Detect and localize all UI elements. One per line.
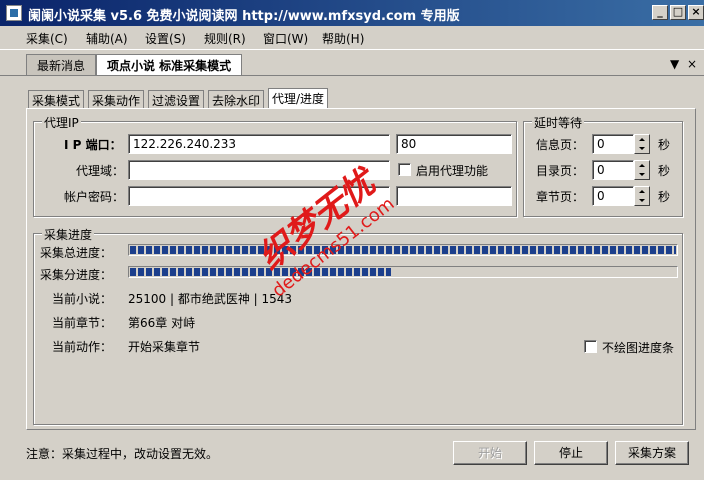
total-progress-label: 采集总进度： [40, 246, 113, 260]
tab-close-icon[interactable]: × [687, 57, 697, 71]
total-progress-bar [128, 244, 678, 256]
chapter-page-spin-button[interactable] [634, 186, 650, 206]
menu-bar: 采集(C) 辅助(A) 设置(S) 规则(R) 窗口(W) 帮助(H) [0, 26, 704, 50]
menu-collect[interactable]: 采集(C) [26, 30, 68, 47]
no-draw-progress-checkbox[interactable] [584, 340, 597, 353]
tab-filter-settings[interactable]: 过滤设置 [148, 90, 205, 108]
status-text: 注意：采集过程中，改动设置无效。 [26, 447, 219, 461]
menu-help[interactable]: 帮助(H) [322, 30, 364, 47]
collect-scheme-button[interactable]: 采集方案 [615, 441, 689, 465]
minimize-button[interactable]: _ [652, 5, 668, 20]
tab-collect-action[interactable]: 采集动作 [88, 90, 145, 108]
progress-group-title: 采集进度 [42, 226, 95, 243]
proxy-group-title: 代理IP [42, 114, 81, 131]
proxy-domain-input[interactable] [128, 160, 390, 180]
port-input[interactable]: 80 [396, 134, 512, 154]
tab-collect-mode[interactable]: 采集模式 [28, 90, 85, 108]
proxy-group: 代理IP I P 端口： 122.226.240.233 80 代理域： 启用代… [33, 114, 517, 217]
info-page-delay-input[interactable]: 0 [592, 134, 634, 154]
current-action-label: 当前动作： [52, 340, 113, 354]
info-page-label: 信息页： [536, 138, 585, 152]
current-action-value: 开始采集章节 [128, 340, 201, 354]
current-chapter-label: 当前章节： [52, 316, 113, 330]
account-input[interactable] [128, 186, 390, 206]
app-icon [6, 5, 22, 21]
close-button[interactable]: × [688, 5, 704, 20]
info-page-spin-button[interactable] [634, 134, 650, 154]
tab-remove-watermark[interactable]: 去除水印 [208, 90, 265, 108]
toc-page-spin-button[interactable] [634, 160, 650, 180]
proxy-domain-label: 代理域： [76, 164, 125, 178]
toc-page-unit: 秒 [658, 164, 671, 178]
enable-proxy-checkbox[interactable] [398, 163, 411, 176]
sub-progress-fill [130, 268, 392, 276]
sub-progress-bar [128, 266, 678, 278]
progress-group: 采集进度 采集总进度： 采集分进度： 当前小说： 25100 | 都市绝武医神 … [33, 226, 683, 425]
stop-button[interactable]: 停止 [534, 441, 608, 465]
delay-group: 延时等待 信息页： 0 秒 目录页： 0 秒 章节页： 0 秒 [523, 114, 683, 217]
tab-content: 代理IP I P 端口： 122.226.240.233 80 代理域： 启用代… [26, 108, 696, 430]
document-tabs: 最新消息 项点小说 标准采集模式 ▼ × [0, 52, 704, 76]
no-draw-progress-label: 不绘图进度条 [602, 341, 675, 355]
tab-proxy-progress[interactable]: 代理/进度 [268, 88, 329, 108]
password-input[interactable] [396, 186, 512, 206]
menu-settings[interactable]: 设置(S) [145, 30, 186, 47]
enable-proxy-label: 启用代理功能 [416, 164, 489, 178]
toc-page-label: 目录页： [536, 164, 585, 178]
tab-list-dropdown-icon[interactable]: ▼ [670, 57, 679, 71]
current-novel-value: 25100 | 都市绝武医神 | 1543 [128, 292, 293, 306]
ip-input[interactable]: 122.226.240.233 [128, 134, 390, 154]
toc-page-delay-input[interactable]: 0 [592, 160, 634, 180]
current-chapter-value: 第66章 对峙 [128, 316, 196, 330]
doc-tab-news[interactable]: 最新消息 [26, 54, 97, 75]
current-novel-label: 当前小说： [52, 292, 113, 306]
chapter-page-unit: 秒 [658, 190, 671, 204]
account-password-label: 帐户密码： [64, 190, 125, 204]
menu-window[interactable]: 窗口(W) [263, 30, 308, 47]
delay-group-title: 延时等待 [532, 114, 585, 131]
sub-progress-label: 采集分进度： [40, 268, 113, 282]
info-page-unit: 秒 [658, 138, 671, 152]
chapter-page-label: 章节页： [536, 190, 585, 204]
menu-assist[interactable]: 辅助(A) [86, 30, 128, 47]
window-title: 阑阑小说采集 v5.6 免费小说阅读网 http://www.mfxsyd.co… [28, 9, 460, 24]
menu-rules[interactable]: 规则(R) [204, 30, 246, 47]
maximize-button[interactable]: □ [670, 5, 686, 20]
tab-divider [0, 75, 704, 76]
ip-port-label: I P 端口： [64, 138, 122, 152]
settings-pane: 采集模式 采集动作 过滤设置 去除水印 代理/进度 代理IP I P 端口： 1… [22, 86, 702, 434]
chapter-page-delay-input[interactable]: 0 [592, 186, 634, 206]
title-bar: 阑阑小说采集 v5.6 免费小说阅读网 http://www.mfxsyd.co… [0, 0, 704, 26]
doc-tab-standard-mode[interactable]: 项点小说 标准采集模式 [96, 54, 243, 76]
start-button[interactable]: 开始 [453, 441, 527, 465]
total-progress-fill [130, 246, 676, 254]
